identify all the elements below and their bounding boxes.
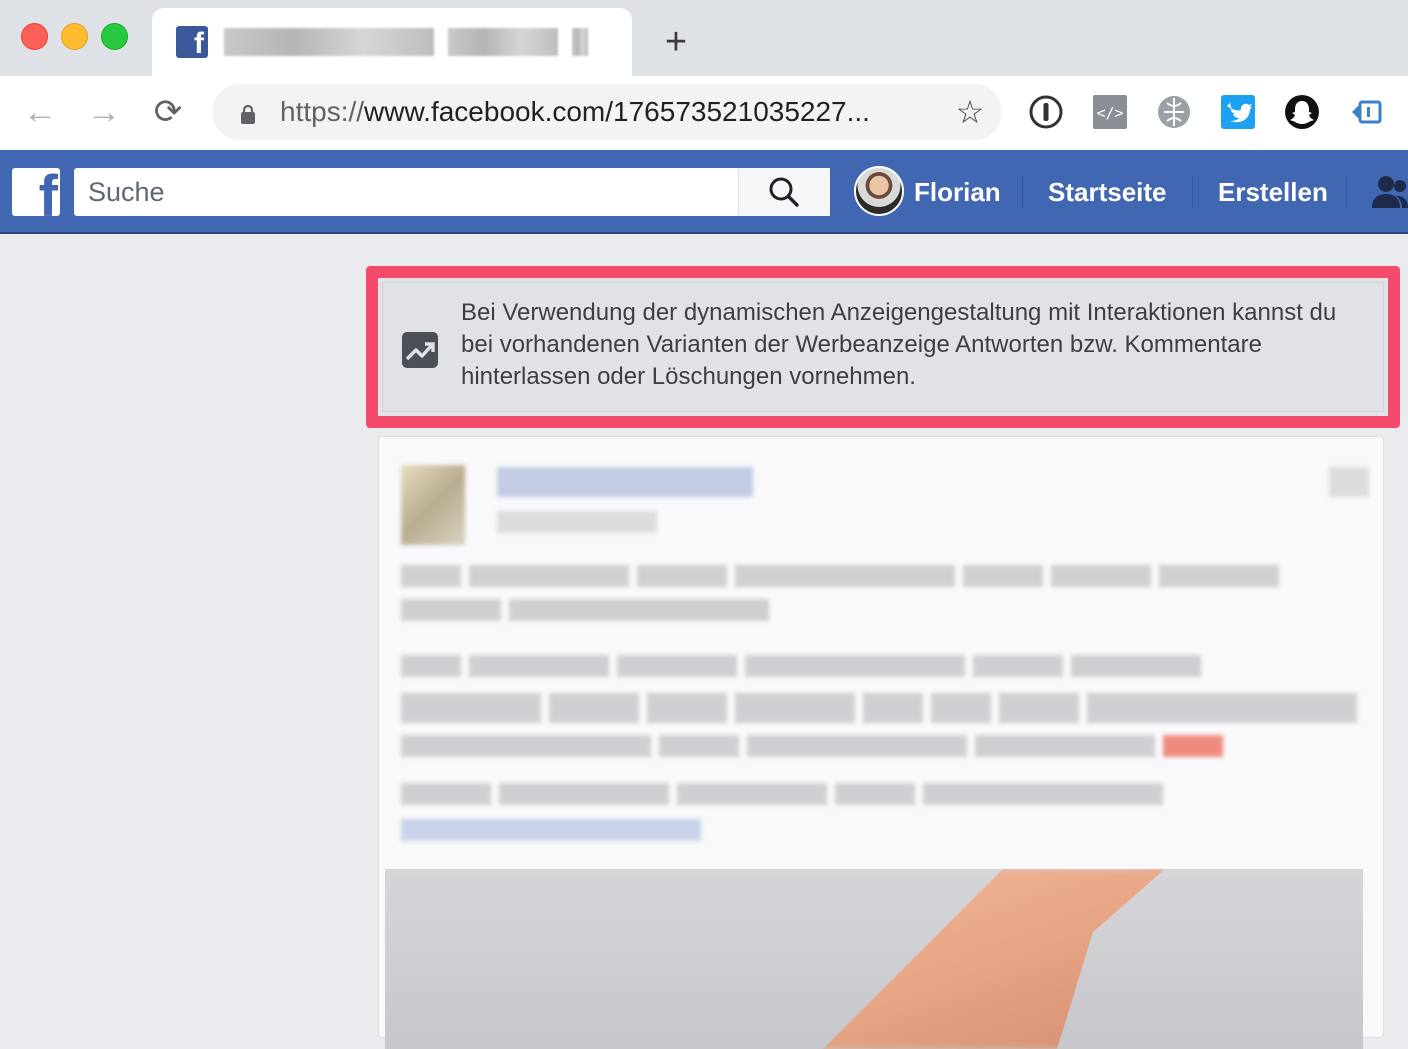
maximize-window-button[interactable] (101, 23, 128, 50)
tab-title-redacted (224, 28, 610, 56)
browser-tab-bar: f + (0, 0, 1408, 76)
post-image-hand (823, 869, 1165, 1049)
browser-toolbar: ← → ⟳ https://www.facebook.com/176573521… (0, 76, 1408, 150)
search-button[interactable] (738, 168, 830, 216)
create-link[interactable]: Erstellen (1218, 150, 1328, 234)
notice-box: Bei Verwendung der dynamischen Anzeigeng… (382, 282, 1384, 412)
screen-extension-icon[interactable] (1348, 94, 1384, 130)
tweetdeck-icon[interactable] (1220, 94, 1256, 130)
new-tab-button[interactable]: + (660, 22, 692, 62)
nav-divider (1022, 176, 1023, 208)
forward-button[interactable]: → (84, 92, 124, 132)
bookmark-star-icon[interactable]: ☆ (950, 92, 990, 132)
home-link[interactable]: Startseite (1048, 150, 1167, 234)
reload-button[interactable]: ⟳ (148, 92, 188, 132)
facebook-icon: f (176, 26, 208, 58)
url-scheme: https:// (280, 96, 365, 127)
globe-extension-icon[interactable] (1156, 94, 1192, 130)
image-chart-icon (402, 332, 438, 368)
code-icon[interactable]: </> (1092, 94, 1128, 130)
highlighted-notice: Bei Verwendung der dynamischen Anzeigeng… (366, 266, 1400, 428)
nav-divider (1346, 176, 1347, 208)
minimize-window-button[interactable] (61, 23, 88, 50)
search-input[interactable] (74, 168, 738, 216)
post-text-redacted (379, 437, 1383, 857)
svg-text:</>: </> (1096, 104, 1123, 122)
url-host-path: www.facebook.com/176573521035227... (364, 96, 870, 127)
profile-link[interactable]: Florian (914, 150, 1001, 234)
facebook-logo[interactable]: f (12, 168, 60, 216)
notice-text: Bei Verwendung der dynamischen Anzeigeng… (461, 299, 1337, 390)
url-text[interactable]: https://www.facebook.com/176573521035227… (280, 84, 920, 140)
back-button[interactable]: ← (20, 92, 60, 132)
search-icon (769, 177, 799, 207)
nav-divider (1192, 176, 1193, 208)
facebook-header-bar: f Florian Startseite Erstellen (0, 150, 1408, 234)
facebook-logo-letter: f (38, 168, 58, 216)
post-image-redacted (385, 869, 1363, 1049)
address-bar[interactable]: https://www.facebook.com/176573521035227… (212, 84, 1002, 140)
lock-icon (241, 104, 255, 124)
search-box (74, 168, 830, 216)
friend-requests-icon[interactable] (1368, 174, 1408, 210)
browser-tab-active[interactable]: f (152, 8, 632, 76)
close-window-button[interactable] (21, 23, 48, 50)
1password-icon[interactable] (1028, 94, 1064, 130)
snapchat-icon[interactable] (1284, 94, 1320, 130)
avatar[interactable] (854, 166, 904, 216)
post-preview-redacted (378, 436, 1384, 1049)
